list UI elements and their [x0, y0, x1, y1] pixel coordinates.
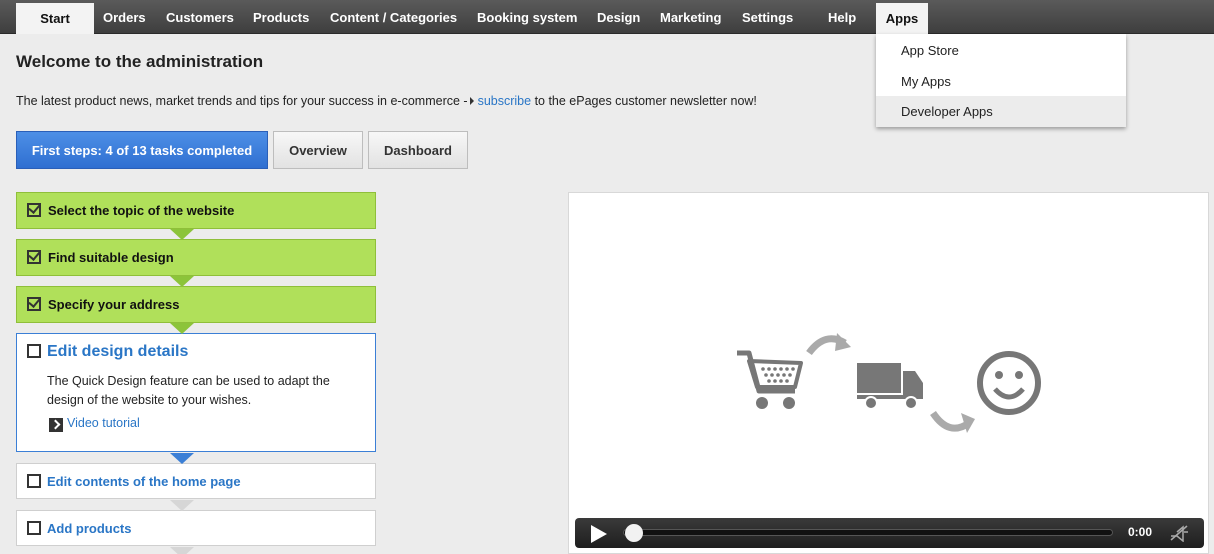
tab-first-steps[interactable]: First steps: 4 of 13 tasks completed: [16, 131, 268, 169]
subscribe-link[interactable]: subscribe: [478, 94, 532, 108]
checked-checkbox-icon: [27, 250, 41, 264]
nav-help[interactable]: Help: [828, 0, 856, 34]
tab-overview[interactable]: Overview: [273, 131, 363, 169]
newsletter-text: The latest product news, market trends a…: [16, 94, 757, 108]
step-label: Find suitable design: [48, 250, 174, 265]
step-add-products[interactable]: Add products: [16, 510, 376, 546]
step-label[interactable]: Edit contents of the home page: [47, 474, 241, 489]
current-step-title[interactable]: Edit design details: [47, 343, 188, 361]
current-step-description: The Quick Design feature can be used to …: [47, 374, 330, 407]
nav-start[interactable]: Start: [16, 3, 94, 34]
step-label: Select the topic of the website: [48, 203, 235, 218]
step-connector-arrow: [170, 547, 194, 554]
nav-settings[interactable]: Settings: [742, 0, 793, 34]
unchecked-checkbox-icon[interactable]: [27, 521, 41, 535]
nav-booking-system[interactable]: Booking system: [477, 0, 577, 34]
nav-customers[interactable]: Customers: [166, 0, 234, 34]
step-connector-arrow: [170, 229, 194, 240]
shopping-cart-icon: [737, 350, 803, 409]
step-connector-arrow: [170, 453, 194, 464]
step-connector-arrow: [170, 323, 194, 334]
curved-arrow-icon: [806, 333, 851, 356]
video-player[interactable]: 0:00: [568, 192, 1209, 554]
apps-dropdown-menu: App Store My Apps Developer Apps: [876, 34, 1126, 127]
menu-item-developer-apps[interactable]: Developer Apps: [876, 96, 1126, 127]
menu-item-my-apps[interactable]: My Apps: [876, 66, 1126, 97]
page-title: Welcome to the administration: [16, 52, 264, 71]
step-specify-address[interactable]: Specify your address: [16, 286, 376, 323]
delivery-truck-icon: [857, 363, 923, 410]
unchecked-checkbox-icon[interactable]: [27, 474, 41, 488]
progress-knob[interactable]: [625, 524, 643, 542]
step-connector-arrow: [170, 276, 194, 287]
arrow-right-icon: [469, 97, 474, 105]
video-time: 0:00: [1128, 525, 1153, 539]
nav-marketing[interactable]: Marketing: [660, 0, 721, 34]
news-prefix: The latest product news, market trends a…: [16, 94, 468, 108]
nav-content-categories[interactable]: Content / Categories: [330, 0, 457, 34]
video-poster: [737, 333, 1041, 433]
tab-dashboard[interactable]: Dashboard: [368, 131, 468, 169]
video-controls: 0:00: [575, 518, 1204, 548]
step-label: Specify your address: [48, 297, 180, 312]
smiley-face-icon: [977, 351, 1041, 415]
nav-design[interactable]: Design: [597, 0, 640, 34]
volume-muted-icon[interactable]: [1169, 524, 1189, 542]
step-connector-arrow: [170, 500, 194, 511]
nav-orders[interactable]: Orders: [103, 0, 146, 34]
play-icon[interactable]: [591, 525, 607, 543]
top-navigation: Start Orders Customers Products Content …: [0, 0, 1214, 34]
video-progress-bar[interactable]: [623, 529, 1113, 536]
video-tutorial-link[interactable]: Video tutorial: [67, 416, 140, 430]
step-edit-home-contents[interactable]: Edit contents of the home page: [16, 463, 376, 499]
menu-item-app-store[interactable]: App Store: [876, 35, 1126, 66]
step-edit-design-details: Edit design details The Quick Design fea…: [16, 333, 376, 452]
unchecked-checkbox-icon[interactable]: [27, 344, 41, 358]
step-select-topic[interactable]: Select the topic of the website: [16, 192, 376, 229]
checked-checkbox-icon: [27, 297, 41, 311]
step-find-design[interactable]: Find suitable design: [16, 239, 376, 276]
checked-checkbox-icon: [27, 203, 41, 217]
nav-apps[interactable]: Apps: [876, 3, 928, 34]
chevron-right-icon: [49, 418, 63, 432]
news-suffix: to the ePages customer newsletter now!: [534, 94, 757, 108]
nav-products[interactable]: Products: [253, 0, 309, 34]
step-label[interactable]: Add products: [47, 521, 132, 536]
curved-arrow-icon: [930, 410, 975, 433]
